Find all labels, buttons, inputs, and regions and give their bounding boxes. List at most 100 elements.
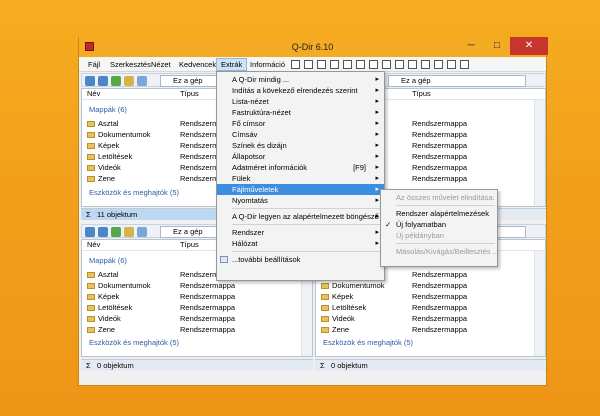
layout-icon[interactable] <box>304 60 313 69</box>
submenu-arrow-icon: ▸ <box>375 142 379 149</box>
close-button[interactable]: ✕ <box>510 37 548 55</box>
extras-item-allapotsor[interactable]: Állapotsor ▸ <box>217 151 384 162</box>
group-devices[interactable]: Eszközök és meghajtók (5) <box>323 338 413 347</box>
address-combo[interactable]: Ez a gép <box>388 75 526 87</box>
layout-icon[interactable] <box>369 60 378 69</box>
sort-icon[interactable]: Σ <box>86 209 91 220</box>
folder-icon <box>87 305 95 311</box>
fileops-item-rendszer-alapertelmezesek[interactable]: Rendszer alapértelmezések <box>381 208 497 219</box>
extras-item-fastruktura-nezet[interactable]: Fastruktúra-nézet ▸ <box>217 107 384 118</box>
layout-icon[interactable] <box>330 60 339 69</box>
layout-icon[interactable] <box>395 60 404 69</box>
layout-icon[interactable] <box>408 60 417 69</box>
list-item[interactable]: Zene Rendszermappa <box>82 324 300 335</box>
list-item[interactable]: Videók Rendszermappa <box>82 313 300 324</box>
extras-item-a-q-dir-mindig[interactable]: A Q-Dir mindig ... ▸ <box>217 74 384 85</box>
layout-icon[interactable] <box>317 60 326 69</box>
extras-item-halozat[interactable]: Hálózat ▸ <box>217 238 384 249</box>
col-name[interactable]: Név <box>87 89 100 99</box>
list-item[interactable]: Letöltések Rendszermappa <box>316 302 532 313</box>
folder-icon[interactable] <box>124 227 134 237</box>
menu-item-label: Címsáv <box>232 130 258 139</box>
view-icon[interactable] <box>137 227 147 237</box>
menu-favorites[interactable]: Kedvencek <box>175 58 220 71</box>
list-item[interactable]: Rendszermappa <box>412 118 532 129</box>
menu-item-label: ...további beállítások <box>232 255 301 264</box>
extras-item-fajlmuveletek[interactable]: Fájlműveletek ▸ <box>217 184 384 195</box>
layout-icon[interactable] <box>434 60 443 69</box>
menu-file[interactable]: Fájl <box>84 58 104 71</box>
extras-item-fo-cimsor[interactable]: Fő címsor ▸ <box>217 118 384 129</box>
view-icon[interactable] <box>137 76 147 86</box>
extras-item-a-q-dir-legyen-az-alapertelmezett-bongeszo[interactable]: A Q-Dir legyen az alapértelmezett böngés… <box>217 211 384 222</box>
title-bar: Q-Dir 6.10 ─ □ ✕ <box>79 37 548 57</box>
minimize-button[interactable]: ─ <box>458 37 484 55</box>
list-item[interactable]: Rendszermappa <box>412 129 532 140</box>
scrollbar[interactable] <box>534 100 545 206</box>
fileops-item-uj-folyamatban[interactable]: ✓ Új folyamatban <box>381 219 497 230</box>
extras-item-nyomtatas[interactable]: Nyomtatás ▸ <box>217 195 384 206</box>
extras-item-inditas-a-kovekezo-elrendezes-szerint[interactable]: Indítás a kövekező elrendezés szerint ▸ <box>217 85 384 96</box>
address-combo[interactable]: Ez a gép <box>160 226 220 238</box>
col-type[interactable]: Típus <box>180 240 199 250</box>
group-devices[interactable]: Eszközök és meghajtók (5) <box>89 338 179 347</box>
list-item[interactable]: Dokumentumok Rendszermappa <box>82 280 300 291</box>
layout-icon[interactable] <box>291 60 300 69</box>
list-item[interactable]: Rendszermappa <box>412 151 532 162</box>
up-icon[interactable] <box>111 227 121 237</box>
list-item[interactable]: Rendszermappa <box>412 140 532 151</box>
forward-icon[interactable] <box>98 227 108 237</box>
col-type[interactable]: Típus <box>412 89 431 99</box>
layout-icon[interactable] <box>356 60 365 69</box>
maximize-button[interactable]: □ <box>484 37 510 55</box>
layout-icon[interactable] <box>447 60 456 69</box>
extras-item-adatmeret-informaciok[interactable]: Adatméret információk [F9] ▸ <box>217 162 384 173</box>
menu-separator <box>232 224 382 225</box>
list-item[interactable]: Letöltések Rendszermappa <box>82 302 300 313</box>
extras-item-lista-nezet[interactable]: Lista-nézet ▸ <box>217 96 384 107</box>
layout-icon[interactable] <box>460 60 469 69</box>
back-icon[interactable] <box>85 227 95 237</box>
extras-item-tovabbi-beallitasok[interactable]: ...további beállítások <box>217 254 384 265</box>
list-item[interactable]: Képek Rendszermappa <box>316 291 532 302</box>
layout-icon[interactable] <box>343 60 352 69</box>
status-count[interactable]: 11 objektum <box>97 209 137 220</box>
submenu-arrow-icon: ▸ <box>375 109 379 116</box>
group-folders[interactable]: Mappák (6) <box>89 105 127 114</box>
extras-item-cimsav[interactable]: Címsáv ▸ <box>217 129 384 140</box>
list-item[interactable]: Zene Rendszermappa <box>316 324 532 335</box>
menu-info[interactable]: Információ <box>246 58 289 71</box>
folder-icon <box>87 154 95 160</box>
submenu-arrow-icon: ▸ <box>375 120 379 127</box>
extras-item-rendszer[interactable]: Rendszer ▸ <box>217 227 384 238</box>
status-count[interactable]: 0 objektum <box>97 360 134 371</box>
menu-view[interactable]: Nézet <box>147 58 175 71</box>
list-item[interactable]: Rendszermappa <box>412 173 532 184</box>
scrollbar[interactable] <box>534 251 545 356</box>
file-operations-submenu: Az összes művelet elindítása: Rendszer al… <box>380 189 499 267</box>
shortcut-label: [F9] <box>353 163 366 172</box>
extras-item-fulek[interactable]: Fülek ▸ <box>217 173 384 184</box>
group-folders[interactable]: Mappák (6) <box>89 256 127 265</box>
submenu-arrow-icon: ▸ <box>375 131 379 138</box>
address-combo[interactable]: Ez a gép <box>160 75 220 87</box>
extras-item-szinek-es-dizajn[interactable]: Színek és dizájn ▸ <box>217 140 384 151</box>
layout-icon[interactable] <box>421 60 430 69</box>
list-item[interactable]: Rendszermappa <box>412 162 532 173</box>
list-item[interactable]: Videók Rendszermappa <box>316 313 532 324</box>
back-icon[interactable] <box>85 76 95 86</box>
group-devices[interactable]: Eszközök és meghajtók (5) <box>89 188 179 197</box>
col-name[interactable]: Név <box>87 240 100 250</box>
up-icon[interactable] <box>111 76 121 86</box>
list-item[interactable]: Képek Rendszermappa <box>82 291 300 302</box>
layout-icon[interactable] <box>382 60 391 69</box>
menu-item-label: Lista-nézet <box>232 97 269 106</box>
sort-icon[interactable]: Σ <box>86 360 91 371</box>
sort-icon[interactable]: Σ <box>320 360 325 371</box>
folder-icon[interactable] <box>124 76 134 86</box>
menu-extras[interactable]: Extrák <box>216 58 248 71</box>
col-type[interactable]: Típus <box>180 89 199 99</box>
forward-icon[interactable] <box>98 76 108 86</box>
status-count[interactable]: 0 objektum <box>331 360 368 371</box>
list-item[interactable]: Dokumentumok Rendszermappa <box>316 280 532 291</box>
